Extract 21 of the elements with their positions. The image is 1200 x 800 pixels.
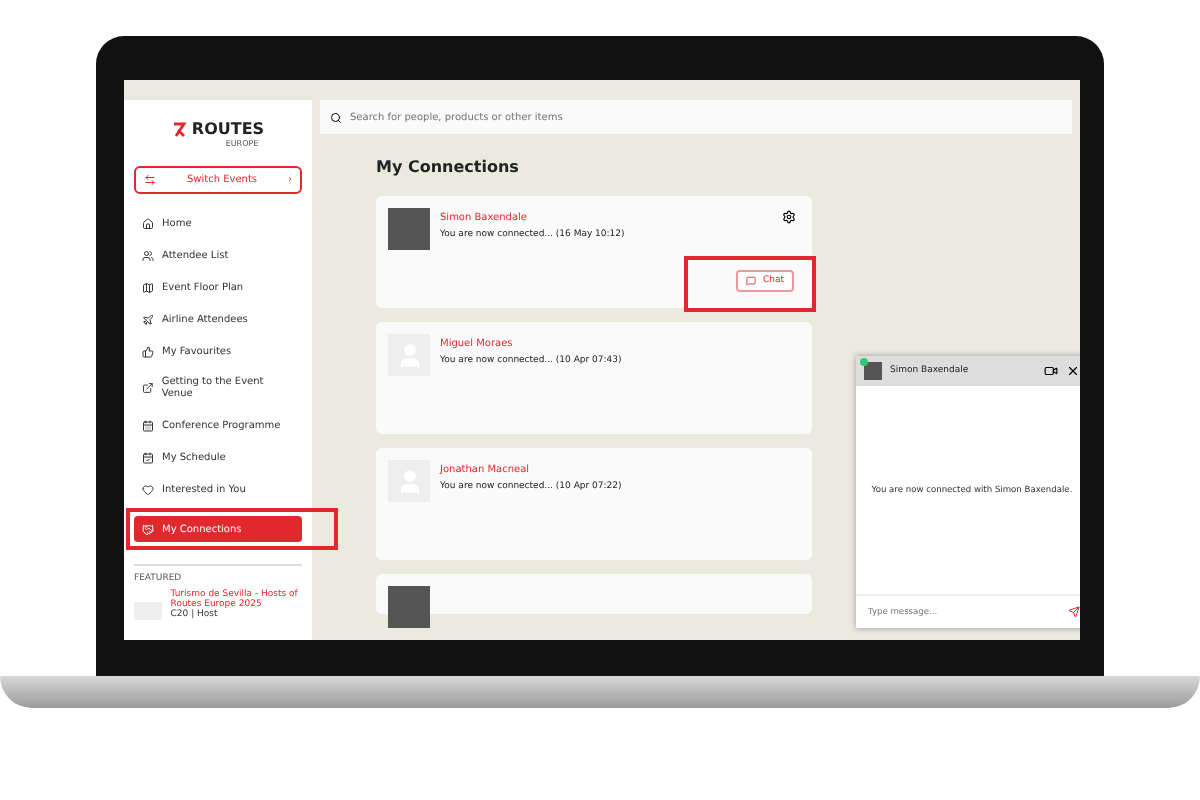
settings-icon[interactable] [782,210,796,224]
calendar-icon [142,419,154,431]
chat-icon [746,276,757,286]
map-icon [142,281,154,293]
heart-icon [142,483,154,495]
home-icon [142,217,154,229]
people-icon [142,249,154,261]
logo: ROUTES [191,120,265,138]
logo-mark-icon [171,121,188,137]
send-icon[interactable] [1068,606,1080,618]
arrows-icon [144,174,156,186]
video-icon[interactable] [1044,364,1058,378]
chat-avatar [864,362,882,380]
thumbs-up-icon [142,345,154,357]
page-title: My Connections [376,158,521,176]
calendar-check-icon [142,451,154,463]
plane-icon [142,313,154,325]
handshake-icon [142,523,154,535]
external-link-icon [142,382,154,394]
close-icon[interactable] [1066,364,1080,378]
search-icon [330,111,342,123]
